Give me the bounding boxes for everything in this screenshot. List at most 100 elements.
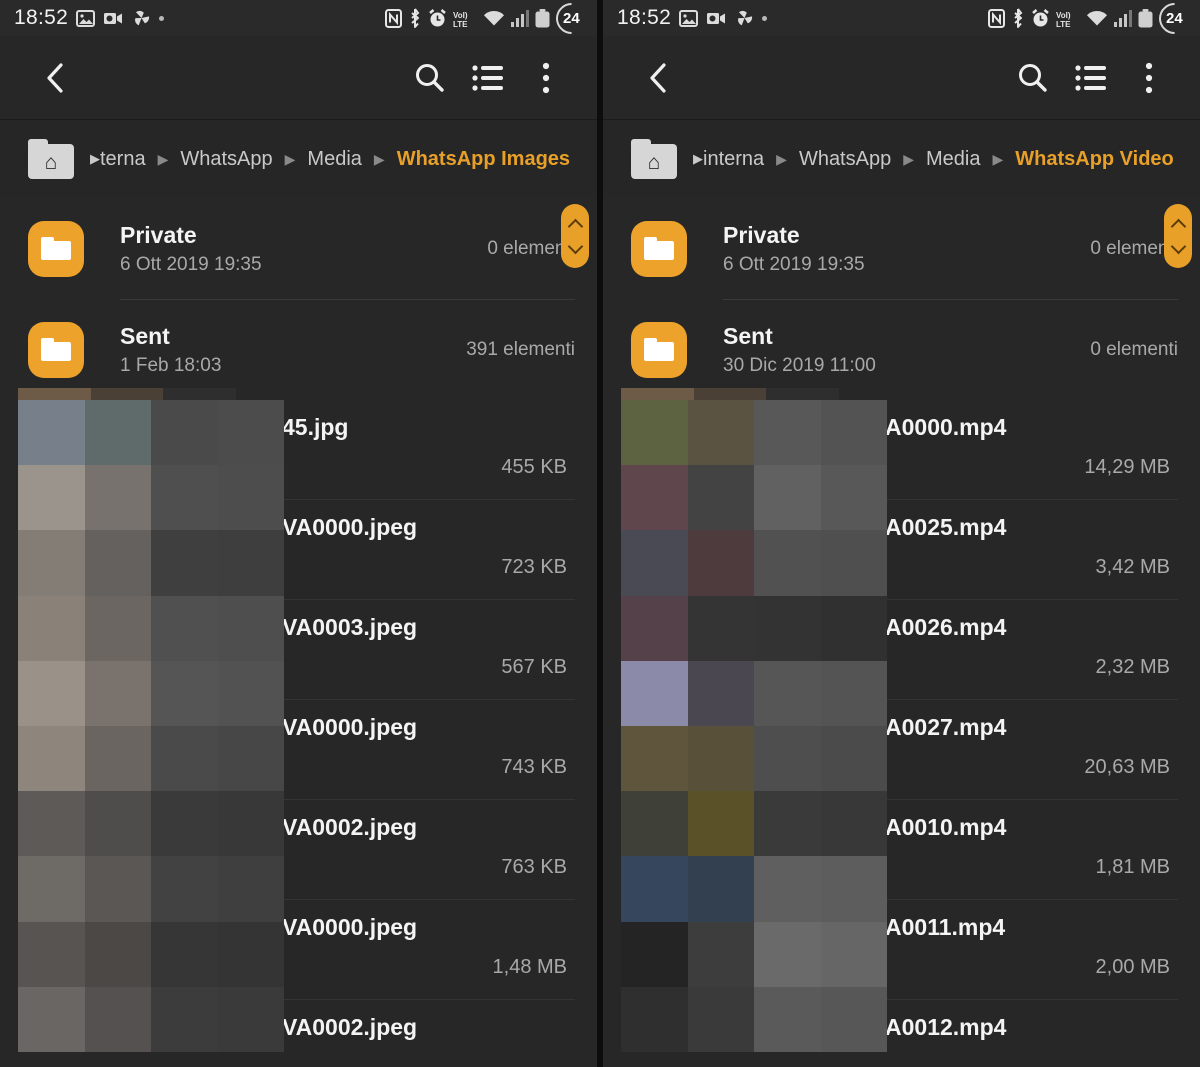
file-row[interactable]: A0000.mp4 14,29 MB bbox=[603, 400, 1200, 500]
breadcrumb-leading-arrow-icon: ▶ bbox=[90, 151, 100, 166]
search-button[interactable] bbox=[401, 49, 459, 107]
scrollbar-thumb[interactable] bbox=[1164, 204, 1192, 268]
breadcrumb-item-whatsapp-video[interactable]: WhatsApp Video bbox=[1015, 148, 1174, 171]
overflow-menu-button[interactable] bbox=[517, 49, 575, 107]
battery-icon bbox=[535, 8, 550, 28]
status-bar-right: VoI) LTE 24 bbox=[988, 0, 1197, 40]
file-row[interactable]: A0011.mp4 2,00 MB bbox=[603, 900, 1200, 1000]
breadcrumb-item-whatsapp[interactable]: WhatsApp bbox=[180, 148, 272, 171]
mosaic-tile bbox=[766, 388, 839, 400]
breadcrumb-separator-icon: ▶ bbox=[776, 151, 787, 167]
file-size: 2,32 MB bbox=[1095, 656, 1170, 678]
back-button[interactable] bbox=[629, 49, 687, 107]
file-rows: A0000.mp4 14,29 MB A0025.mp4 3,42 MB A0026.m… bbox=[603, 400, 1200, 1067]
folder-name: Private bbox=[723, 222, 800, 249]
file-name: 45.jpg bbox=[282, 414, 349, 440]
nfc-icon bbox=[988, 8, 1005, 28]
overflow-menu-button[interactable] bbox=[1120, 49, 1178, 107]
file-row[interactable]: A0012.mp4 bbox=[603, 1000, 1200, 1067]
battery-percent-value: 24 bbox=[563, 9, 580, 27]
folder-row[interactable]: Private 6 Ott 2019 19:35 0 elementi bbox=[0, 198, 597, 299]
breadcrumb-items: ▶ terna ▶ WhatsApp ▶ Media ▶ WhatsApp Images bbox=[90, 148, 570, 171]
svg-text:VoI): VoI) bbox=[453, 11, 468, 20]
scrollbar-thumb[interactable] bbox=[561, 204, 589, 268]
bluetooth-icon bbox=[1011, 8, 1025, 28]
folder-row[interactable]: Private 6 Ott 2019 19:35 0 elementi bbox=[603, 198, 1200, 299]
folder-meta: Private 6 Ott 2019 19:35 bbox=[723, 221, 1080, 276]
breadcrumb-item-media[interactable]: Media bbox=[926, 148, 980, 171]
battery-icon bbox=[1138, 8, 1153, 28]
status-bar-left: 18:52 bbox=[617, 6, 988, 30]
alarm-icon bbox=[428, 8, 447, 28]
file-row[interactable]: VA0002.jpeg bbox=[0, 1000, 597, 1067]
file-size: 3,42 MB bbox=[1095, 556, 1170, 578]
svg-text:LTE: LTE bbox=[1056, 20, 1071, 28]
folder-rows: Private 6 Ott 2019 19:35 0 elementi Sent 30 … bbox=[603, 198, 1200, 400]
file-row[interactable]: A0026.mp4 2,32 MB bbox=[603, 600, 1200, 700]
wifi-icon bbox=[1086, 10, 1108, 27]
breadcrumb-separator-icon: ▶ bbox=[284, 151, 296, 167]
file-name: VA0000.jpeg bbox=[282, 914, 418, 940]
folder-list: Private 6 Ott 2019 19:35 0 elementi Sent 1 F… bbox=[0, 198, 597, 400]
breadcrumb-item-media[interactable]: Media bbox=[307, 148, 361, 171]
panel-whatsapp-video: 18:52 VoI) LTE 24 ⌂ ▶ interna ▶ WhatsApp… bbox=[603, 0, 1200, 1067]
signal-icon bbox=[1114, 9, 1132, 27]
dot-icon bbox=[762, 15, 768, 21]
mosaic-tile bbox=[90, 388, 164, 400]
file-rows: 45.jpg 455 KB VA0000.jpeg 723 KB VA0003.jpeg… bbox=[0, 400, 597, 1067]
mosaic-censor-top bbox=[18, 388, 236, 400]
file-row[interactable]: VA0002.jpeg 763 KB bbox=[0, 800, 597, 900]
file-name: A0010.mp4 bbox=[885, 814, 1007, 840]
folder-icon bbox=[28, 220, 84, 277]
file-row[interactable]: VA0003.jpeg 567 KB bbox=[0, 600, 597, 700]
home-folder-icon[interactable]: ⌂ bbox=[631, 139, 677, 179]
file-row[interactable]: A0025.mp4 3,42 MB bbox=[603, 500, 1200, 600]
folder-icon bbox=[631, 220, 687, 277]
panel-whatsapp-images: 18:52 VoI) LTE 24 ⌂ ▶ terna ▶ WhatsApp ▶… bbox=[0, 0, 597, 1067]
view-mode-button[interactable] bbox=[459, 49, 517, 107]
file-size: 2,00 MB bbox=[1095, 956, 1170, 978]
volte-icon: VoI) LTE bbox=[1056, 9, 1080, 28]
folder-meta: Private 6 Ott 2019 19:35 bbox=[120, 221, 477, 276]
folder-row[interactable]: Sent 30 Dic 2019 11:00 0 elementi bbox=[603, 299, 1200, 400]
home-folder-icon[interactable]: ⌂ bbox=[28, 139, 74, 179]
list-view-icon bbox=[472, 64, 503, 91]
file-row[interactable]: VA0000.jpeg 743 KB bbox=[0, 700, 597, 800]
status-bar-right: VoI) LTE 24 bbox=[385, 0, 594, 40]
search-button[interactable] bbox=[1004, 49, 1062, 107]
status-bar: 18:52 VoI) LTE 24 bbox=[0, 0, 597, 40]
file-row[interactable]: VA0000.jpeg 723 KB bbox=[0, 500, 597, 600]
back-chevron-icon bbox=[650, 62, 666, 93]
list-view-icon bbox=[1075, 64, 1106, 91]
file-size: 14,29 MB bbox=[1084, 456, 1170, 478]
gallery-icon bbox=[679, 9, 699, 27]
file-row[interactable]: 45.jpg 455 KB bbox=[0, 400, 597, 500]
folder-date: 6 Ott 2019 19:35 bbox=[723, 253, 865, 275]
back-button[interactable] bbox=[26, 49, 84, 107]
mosaic-tile bbox=[621, 388, 694, 400]
breadcrumb-item-interna[interactable]: interna bbox=[703, 148, 764, 171]
signal-icon bbox=[511, 9, 529, 27]
dual-screenshot-container: 18:52 VoI) LTE 24 ⌂ ▶ terna ▶ WhatsApp ▶… bbox=[0, 0, 1200, 1067]
app-toolbar bbox=[0, 36, 597, 120]
camera-note-icon bbox=[706, 10, 727, 27]
file-row[interactable]: A0010.mp4 1,81 MB bbox=[603, 800, 1200, 900]
breadcrumb-item-whatsapp-images[interactable]: WhatsApp Images bbox=[397, 148, 570, 171]
file-size: 567 KB bbox=[501, 656, 567, 678]
file-name: A0000.mp4 bbox=[885, 414, 1007, 440]
file-row[interactable]: VA0000.jpeg 1,48 MB bbox=[0, 900, 597, 1000]
camera-note-icon bbox=[103, 10, 124, 27]
folder-name: Sent bbox=[120, 323, 170, 350]
breadcrumb-item-whatsapp[interactable]: WhatsApp bbox=[799, 148, 891, 171]
file-row[interactable]: A0027.mp4 20,63 MB bbox=[603, 700, 1200, 800]
breadcrumb-separator-icon: ▶ bbox=[903, 151, 914, 167]
breadcrumb-item-terna[interactable]: terna bbox=[100, 148, 146, 171]
mosaic-censor-top bbox=[621, 388, 839, 400]
view-mode-button[interactable] bbox=[1062, 49, 1120, 107]
status-time: 18:52 bbox=[617, 6, 672, 29]
file-size: 743 KB bbox=[501, 756, 567, 778]
pinwheel-icon bbox=[132, 9, 151, 27]
folder-name: Private bbox=[120, 222, 197, 249]
folder-row[interactable]: Sent 1 Feb 18:03 391 elementi bbox=[0, 299, 597, 400]
search-icon bbox=[1019, 63, 1047, 92]
